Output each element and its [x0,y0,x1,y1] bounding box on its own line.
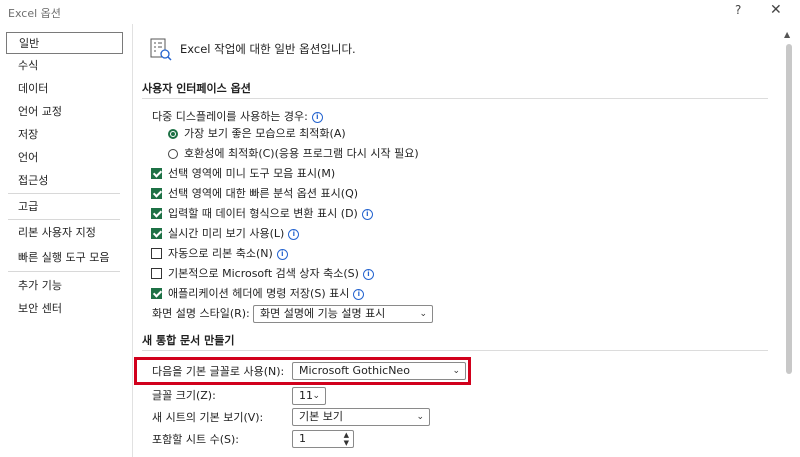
close-button[interactable]: ✕ [770,2,782,18]
sidebar-item-customize-ribbon[interactable]: 리본 사용자 지정 [6,222,123,244]
sidebar-divider [8,193,120,194]
radio-selected-icon[interactable] [168,129,178,139]
checkbox-live-preview[interactable]: 실시간 미리 보기 사용(L) i [151,225,300,243]
section-title-ui-options: 사용자 인터페이스 옵션 [142,82,251,95]
radio-best-appearance[interactable]: 가장 보기 좋은 모습으로 최적화(A) [168,125,346,143]
checkbox-data-convert[interactable]: 입력할 때 데이터 형식으로 변환 표시 (D) i [151,205,373,223]
chevron-down-icon: ⌄ [452,366,460,376]
select-value: 화면 설명에 기능 설명 표시 [260,307,386,320]
scrollbar[interactable]: ▲ [780,24,800,457]
chevron-down-icon: ⌄ [419,309,427,319]
sheets-count-label: 포함할 시트 수(S): [152,433,239,446]
tooltip-style-label: 화면 설명 스타일(R): [152,307,250,320]
checkbox-quick-analysis[interactable]: 선택 영역에 대한 빠른 분석 옵션 표시(Q) [151,185,358,203]
checkbox-collapse-ribbon[interactable]: 자동으로 리본 축소(N) i [151,245,288,263]
sidebar-item-save[interactable]: 저장 [6,124,123,146]
stepper-value: 1 [299,432,306,445]
checkbox-unchecked-icon[interactable] [151,268,162,279]
section-divider [142,350,768,351]
info-icon[interactable]: i [276,249,288,260]
font-size-label: 글꼴 크기(Z): [152,389,216,402]
select-value: 기본 보기 [299,410,343,423]
sidebar-item-language[interactable]: 언어 [6,147,123,169]
info-icon[interactable]: i [361,209,373,220]
section-divider [142,98,768,99]
scrollbar-thumb[interactable] [786,44,792,374]
checkbox-unchecked-icon[interactable] [151,248,162,259]
default-font-select[interactable]: Microsoft GothicNeo ⌄ [292,362,466,380]
checkbox-label: 실시간 미리 보기 사용(L) [168,227,285,240]
radio-compat-label: 호환성에 최적화(C)(응용 프로그램 다시 시작 필요) [184,147,419,160]
checkbox-label: 선택 영역에 대한 빠른 분석 옵션 표시(Q) [168,187,359,200]
multi-display-label: 다중 디스플레이를 사용하는 경우: [152,110,308,123]
radio-compatibility[interactable]: 호환성에 최적화(C)(응용 프로그램 다시 시작 필요) [168,145,419,163]
default-font-label: 다음을 기본 글꼴로 사용(N): [152,365,285,378]
multi-display-row: 다중 디스플레이를 사용하는 경우: i [152,108,323,126]
checkbox-show-commands[interactable]: 애플리케이션 헤더에 명령 저장(S) 표시 i [151,285,365,303]
sidebar-item-advanced[interactable]: 고급 [6,196,123,218]
sidebar-item-formulas[interactable]: 수식 [6,55,123,77]
checkbox-checked-icon[interactable] [151,208,162,219]
radio-best-label: 가장 보기 좋은 모습으로 최적화(A) [184,127,346,140]
sidebar-item-quick-access[interactable]: 빠른 실행 도구 모음 [6,247,123,269]
options-icon [150,38,172,61]
checkbox-label: 애플리케이션 헤더에 명령 저장(S) 표시 [168,287,350,300]
scroll-up-icon[interactable]: ▲ [784,30,790,39]
tooltip-style-select[interactable]: 화면 설명에 기능 설명 표시 ⌄ [253,305,433,323]
stepper-arrows-icon[interactable]: ▲ ▼ [344,431,349,447]
info-icon[interactable]: i [311,112,323,123]
sheets-count-stepper[interactable]: 1 ▲ ▼ [292,430,354,448]
checkbox-checked-icon[interactable] [151,168,162,179]
info-icon[interactable]: i [362,269,374,280]
sidebar-divider [8,219,120,220]
font-size-select[interactable]: 11 ⌄ [292,387,326,405]
help-button[interactable]: ? [735,3,741,17]
checkbox-mini-toolbar[interactable]: 선택 영역에 미니 도구 모음 표시(M) [151,165,335,183]
checkbox-checked-icon[interactable] [151,188,162,199]
default-view-label: 새 시트의 기본 보기(V): [152,411,264,424]
chevron-down-icon: ⌄ [416,412,424,422]
checkbox-checked-icon[interactable] [151,228,162,239]
title-bar: Excel 옵션 ? ✕ [0,0,800,24]
main-panel: Excel 작업에 대한 일반 옵션입니다. 사용자 인터페이스 옵션 다중 디… [134,24,778,457]
checkbox-label: 기본적으로 Microsoft 검색 상자 축소(S) [168,267,359,280]
page-description: Excel 작업에 대한 일반 옵션입니다. [180,42,356,56]
sidebar-item-general[interactable]: 일반 [6,32,123,54]
sidebar-item-addins[interactable]: 추가 기능 [6,275,123,297]
checkbox-label: 자동으로 리본 축소(N) [168,247,273,260]
sidebar-divider [8,271,120,272]
default-view-select[interactable]: 기본 보기 ⌄ [292,408,430,426]
checkbox-label: 입력할 때 데이터 형식으로 변환 표시 (D) [168,207,358,220]
section-title-new-workbook: 새 통합 문서 만들기 [142,334,235,347]
radio-unselected-icon[interactable] [168,149,178,159]
select-value: Microsoft GothicNeo [299,364,410,377]
sidebar-item-trust-center[interactable]: 보안 센터 [6,298,123,320]
checkbox-collapse-search[interactable]: 기본적으로 Microsoft 검색 상자 축소(S) i [151,265,374,283]
checkbox-label: 선택 영역에 미니 도구 모음 표시(M) [168,167,336,180]
checkbox-checked-icon[interactable] [151,288,162,299]
info-icon[interactable]: i [353,289,365,300]
chevron-down-icon: ⌄ [312,391,320,401]
info-icon[interactable]: i [288,229,300,240]
sidebar-item-data[interactable]: 데이터 [6,78,123,100]
sidebar-item-accessibility[interactable]: 접근성 [6,170,123,192]
sidebar: 일반 수식 데이터 언어 교정 저장 언어 접근성 고급 리본 사용자 지정 빠… [0,24,133,457]
window-title: Excel 옵션 [8,7,61,20]
sidebar-item-proofing[interactable]: 언어 교정 [6,101,123,123]
select-value: 11 [299,389,313,402]
